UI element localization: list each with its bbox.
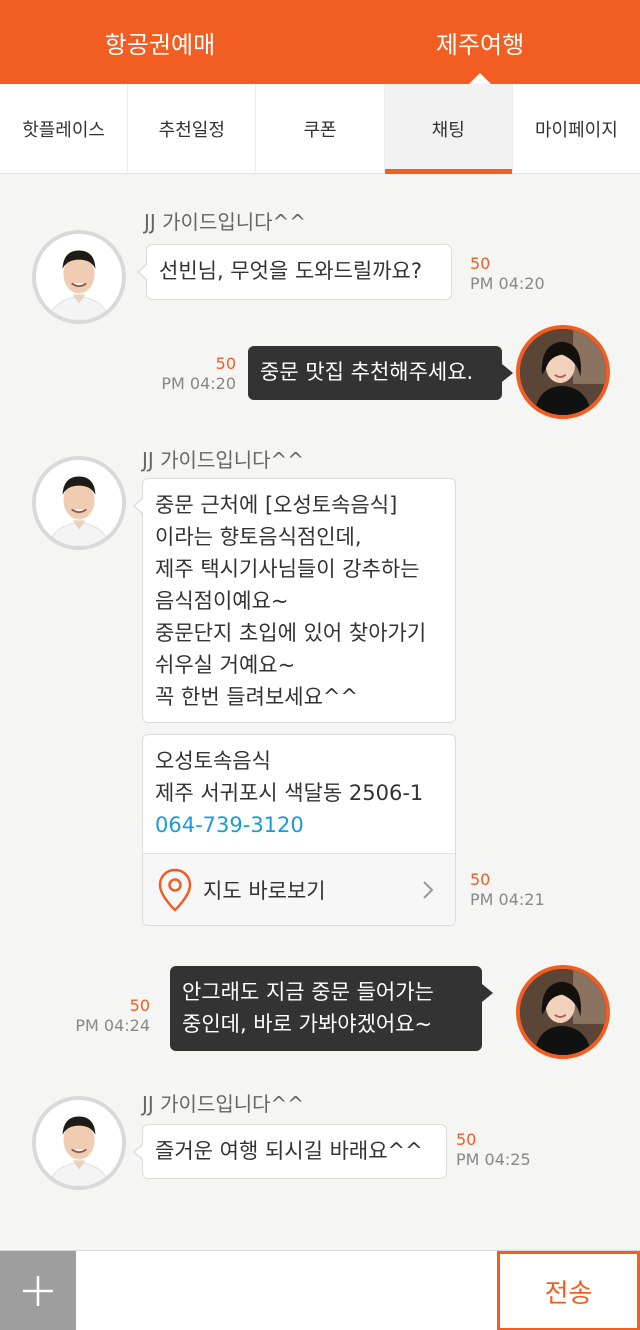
- user-message-bubble: 안그래도 지금 중문 들어가는 중인데, 바로 가봐야겠어요~: [170, 966, 493, 1051]
- message-line: 중인데, 바로 가봐야겠어요~: [182, 1012, 433, 1036]
- message-time: PM 04:21: [470, 890, 545, 909]
- message-meta: 50 PM 04:20: [150, 354, 236, 394]
- unread-count: 50: [470, 870, 491, 889]
- message-meta: 50 PM 04:21: [470, 870, 545, 910]
- tab-chat[interactable]: 채팅: [384, 84, 513, 174]
- guide-avatar[interactable]: [32, 1096, 126, 1190]
- restaurant-card: 오성토속음식 제주 서귀포시 색달동 2506-1 064-739-3120 지…: [142, 734, 456, 926]
- tab-coupons[interactable]: 쿠폰: [256, 84, 385, 173]
- view-map-button[interactable]: 지도 바로보기: [143, 853, 455, 925]
- guide-avatar-image: [36, 1100, 122, 1186]
- tab-hot-places[interactable]: 핫플레이스: [0, 84, 129, 173]
- tab-flight-booking[interactable]: 항공권예매: [0, 0, 320, 84]
- message-line: 음식점이예요~: [155, 589, 289, 613]
- view-map-label: 지도 바로보기: [203, 878, 326, 903]
- sub-tab-bar: 핫플레이스 추천일정 쿠폰 채팅 마이페이지: [0, 84, 640, 174]
- message-meta: 50 PM 04:20: [470, 254, 545, 294]
- restaurant-name: 오성토속음식: [155, 749, 271, 773]
- message-time: PM 04:25: [456, 1150, 531, 1169]
- guide-avatar-image: [36, 460, 122, 546]
- unread-count: 50: [470, 254, 491, 273]
- message-composer: 전송: [0, 1250, 640, 1330]
- user-avatar[interactable]: [516, 325, 610, 419]
- guide-message-bubble: 즐거운 여행 되시길 바래요^^: [133, 1124, 447, 1179]
- map-pin-icon: [158, 868, 192, 912]
- user-avatar-image: [520, 329, 606, 415]
- tab-jeju-travel[interactable]: 제주여행: [320, 0, 640, 84]
- restaurant-address: 제주 서귀포시 색달동 2506-1: [155, 781, 424, 805]
- attach-button[interactable]: [0, 1251, 76, 1330]
- message-meta: 50 PM 04:25: [456, 1130, 531, 1170]
- message-line: 안그래도 지금 중문 들어가는: [182, 980, 434, 1004]
- guide-message-bubble: 선빈님, 무엇을 도와드릴까요?: [137, 244, 452, 300]
- guide-avatar[interactable]: [32, 456, 126, 550]
- message-input[interactable]: [76, 1251, 497, 1330]
- guide-name: JJ 가이드입니다^^: [142, 448, 305, 472]
- user-message-bubble: 중문 맛집 추천해주세요.: [248, 346, 513, 400]
- restaurant-phone-link[interactable]: 064-739-3120: [155, 809, 443, 841]
- message-line: 중문 근처에 [오성토속음식]: [155, 493, 398, 517]
- message-line: 이라는 향토음식점인데,: [155, 525, 362, 549]
- user-avatar-image: [520, 969, 606, 1055]
- guide-avatar[interactable]: [32, 230, 126, 324]
- guide-avatar-image: [36, 234, 122, 320]
- unread-count: 50: [456, 1130, 477, 1149]
- plus-icon: [23, 1276, 53, 1306]
- message-line: 제주 택시기사님들이 강추하는: [155, 557, 420, 581]
- message-time: PM 04:24: [75, 1016, 150, 1035]
- chevron-right-icon: [423, 880, 434, 899]
- tab-recommended-schedule[interactable]: 추천일정: [128, 84, 257, 173]
- send-button[interactable]: 전송: [497, 1251, 640, 1330]
- tab-my-page[interactable]: 마이페이지: [513, 84, 640, 173]
- chat-area[interactable]: JJ 가이드입니다^^ 선빈님, 무엇을 도와드릴까요? 50 PM 04:20…: [0, 174, 640, 1250]
- message-time: PM 04:20: [470, 274, 545, 293]
- message-meta: 50 PM 04:24: [64, 996, 150, 1036]
- guide-name: JJ 가이드입니다^^: [144, 210, 307, 234]
- message-line: 꼭 한번 들려보세요^^: [155, 685, 359, 709]
- message-time: PM 04:20: [161, 374, 236, 393]
- unread-count: 50: [215, 354, 236, 373]
- message-line: 쉬우실 거예요~: [155, 653, 296, 677]
- guide-message-bubble: 중문 근처에 [오성토속음식] 이라는 향토음식점인데, 제주 택시기사님들이 …: [133, 478, 456, 723]
- message-line: 중문단지 초입에 있어 찾아가기: [155, 621, 427, 645]
- guide-name: JJ 가이드입니다^^: [142, 1092, 305, 1116]
- top-tab-bar: 항공권예매 제주여행: [0, 0, 640, 84]
- unread-count: 50: [129, 996, 150, 1015]
- user-avatar[interactable]: [516, 965, 610, 1059]
